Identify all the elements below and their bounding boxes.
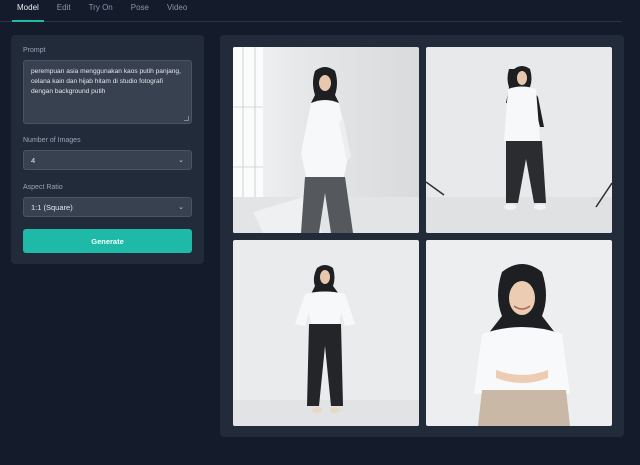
tab-video[interactable]: Video bbox=[158, 0, 196, 21]
chevron-down-icon: ⌄ bbox=[178, 204, 184, 211]
generated-image-1[interactable] bbox=[233, 47, 419, 233]
tab-model[interactable]: Model bbox=[8, 0, 48, 22]
tab-bar: Model Edit Try On Pose Video bbox=[0, 0, 622, 22]
generation-form-panel: Prompt perempuan asia menggunakan kaos p… bbox=[11, 35, 204, 264]
num-images-value: 4 bbox=[31, 155, 36, 165]
generated-image-2[interactable] bbox=[426, 47, 612, 233]
generated-image-3[interactable] bbox=[233, 240, 419, 426]
tab-try-on[interactable]: Try On bbox=[80, 0, 122, 21]
resize-grip-icon[interactable] bbox=[184, 116, 189, 121]
prompt-label: Prompt bbox=[23, 47, 46, 54]
generate-button[interactable]: Generate bbox=[23, 229, 192, 253]
chevron-down-icon: ⌄ bbox=[178, 157, 184, 164]
tab-pose[interactable]: Pose bbox=[122, 0, 158, 21]
num-images-select[interactable]: 4 ⌄ bbox=[23, 150, 192, 170]
prompt-text: perempuan asia menggunakan kaos putih pa… bbox=[31, 68, 181, 95]
image-gallery bbox=[220, 35, 624, 437]
aspect-ratio-value: 1:1 (Square) bbox=[31, 202, 73, 212]
aspect-ratio-label: Aspect Ratio bbox=[23, 184, 63, 191]
prompt-textarea[interactable]: perempuan asia menggunakan kaos putih pa… bbox=[23, 60, 192, 124]
aspect-ratio-select[interactable]: 1:1 (Square) ⌄ bbox=[23, 197, 192, 217]
tab-edit[interactable]: Edit bbox=[48, 0, 80, 21]
generated-image-4[interactable] bbox=[426, 240, 612, 426]
num-images-label: Number of Images bbox=[23, 137, 81, 144]
